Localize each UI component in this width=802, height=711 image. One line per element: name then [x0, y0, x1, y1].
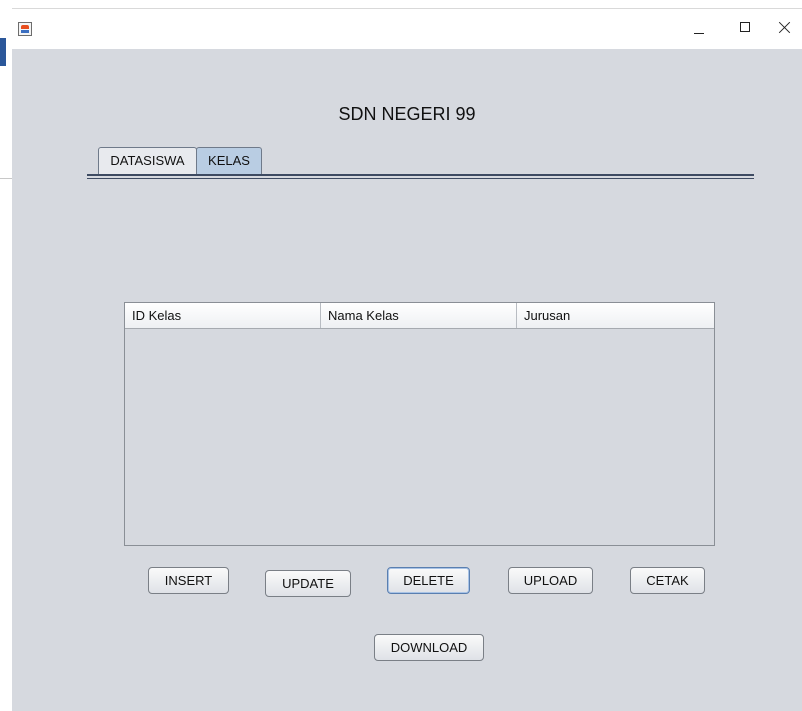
column-header-jurusan[interactable]: Jurusan — [517, 303, 714, 328]
column-header-id-kelas[interactable]: ID Kelas — [125, 303, 321, 328]
column-header-nama-kelas[interactable]: Nama Kelas — [321, 303, 517, 328]
tab-datasiswa[interactable]: DATASISWA — [98, 147, 197, 174]
title-bar — [12, 8, 802, 49]
tab-divider-secondary — [87, 178, 754, 179]
insert-button[interactable]: INSERT — [148, 567, 229, 594]
delete-button[interactable]: DELETE — [387, 567, 470, 594]
cetak-button[interactable]: CETAK — [630, 567, 705, 594]
java-app-icon[interactable] — [18, 22, 32, 36]
update-button[interactable]: UPDATE — [265, 570, 351, 597]
background-window-edge — [0, 38, 6, 66]
download-button[interactable]: DOWNLOAD — [374, 634, 484, 661]
table-header: ID Kelas Nama Kelas Jurusan — [125, 303, 714, 329]
upload-button[interactable]: UPLOAD — [508, 567, 593, 594]
tab-divider — [87, 174, 754, 176]
minimize-icon[interactable] — [676, 9, 722, 49]
kelas-table[interactable]: ID Kelas Nama Kelas Jurusan — [124, 302, 715, 546]
page-title: SDN NEGERI 99 — [338, 104, 476, 124]
app-window: SDN NEGERI 99 DATASISWA KELAS ID Kelas N… — [12, 8, 802, 711]
maximize-icon[interactable] — [722, 9, 768, 49]
close-icon[interactable] — [768, 9, 802, 49]
tab-kelas[interactable]: KELAS — [196, 147, 262, 174]
